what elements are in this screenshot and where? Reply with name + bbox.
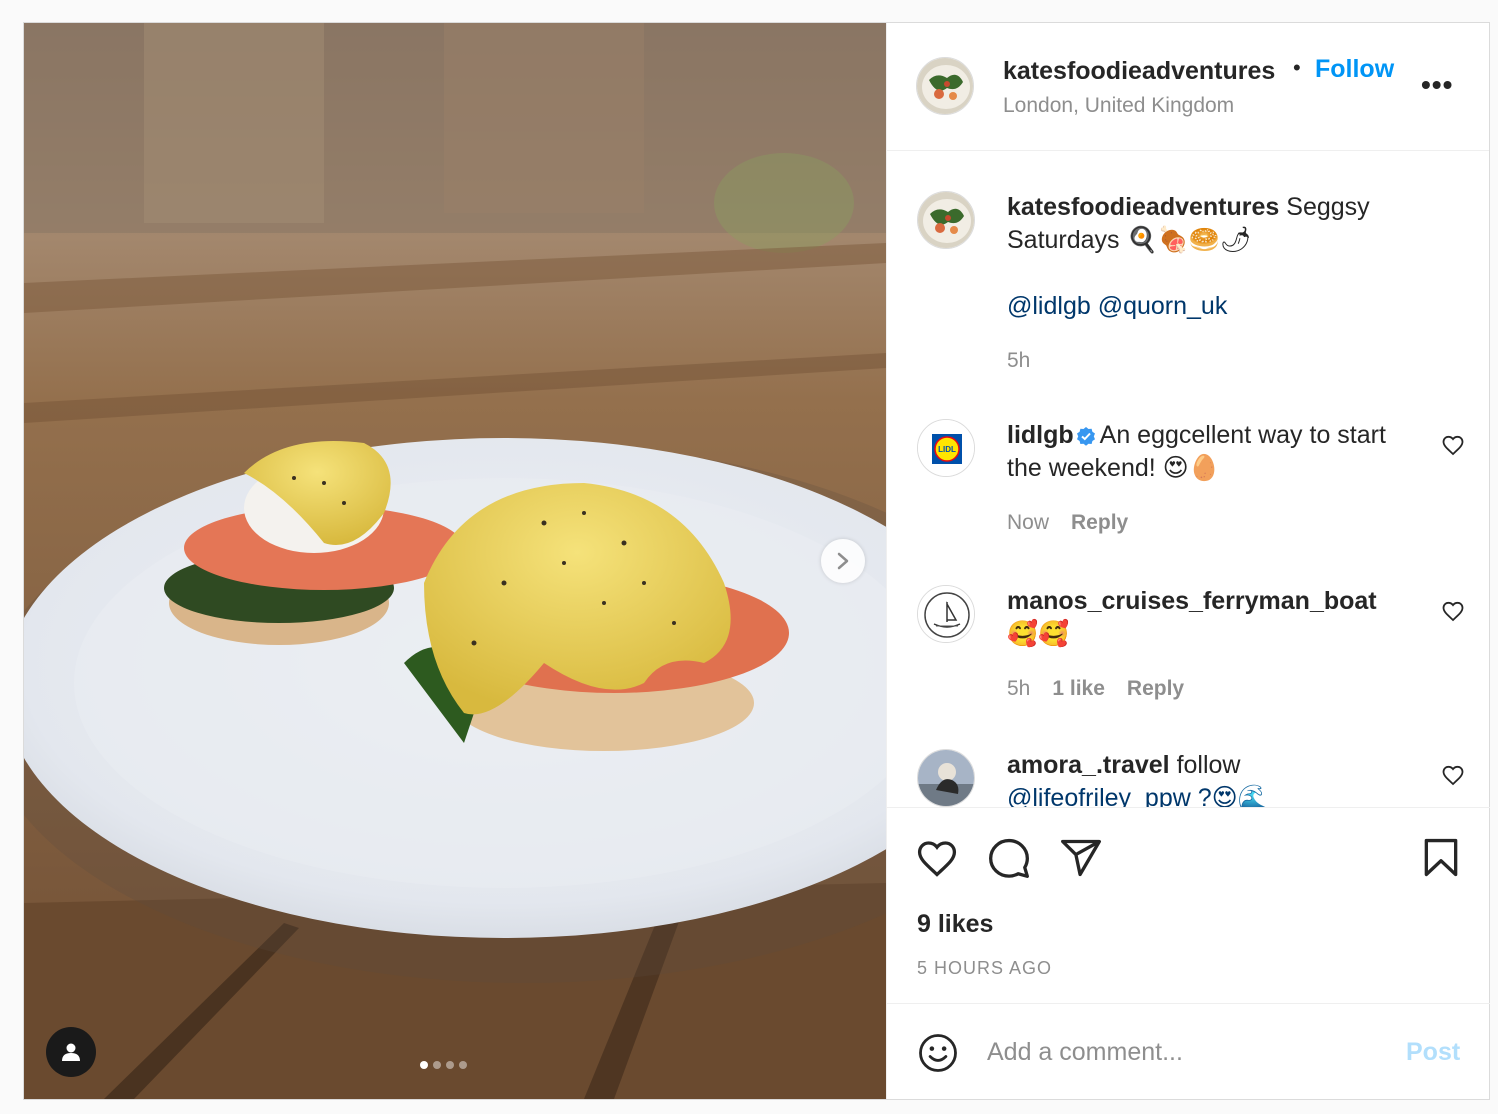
comment-text: amora_.travel follow @lifeofriley_ppw ?😍… xyxy=(1007,749,1427,807)
comment-mention[interactable]: @lifeofriley_ppw ?😍🌊 xyxy=(1007,784,1269,807)
send-icon[interactable] xyxy=(1059,836,1103,880)
follow-button[interactable]: Follow xyxy=(1315,55,1394,84)
commenter-avatar[interactable] xyxy=(917,749,975,807)
commenter-avatar[interactable]: LIDL xyxy=(917,419,975,477)
reply-button[interactable]: Reply xyxy=(1127,677,1184,701)
verified-badge-icon xyxy=(1076,427,1095,446)
lidl-logo: LIDL xyxy=(918,420,974,476)
post-side-panel: katesfoodieadventures • Follow London, U… xyxy=(886,23,1490,1099)
carousel-dot xyxy=(459,1061,467,1069)
comment-body: follow xyxy=(1176,751,1241,779)
post-actions: 9 likes 5 HOURS AGO xyxy=(887,807,1490,1003)
header-separator: • xyxy=(1293,55,1301,80)
comment-like-icon[interactable] xyxy=(1441,599,1465,623)
commenter-avatar[interactable] xyxy=(917,585,975,643)
food-photo xyxy=(24,23,886,1099)
author-username[interactable]: katesfoodieadventures xyxy=(1003,57,1275,86)
carousel-indicator xyxy=(420,1061,467,1069)
manos-cruises-logo xyxy=(918,586,974,642)
comment-likes[interactable]: 1 like xyxy=(1052,677,1105,701)
reply-button[interactable]: Reply xyxy=(1071,511,1128,535)
comment-input[interactable] xyxy=(987,1030,1387,1074)
caption-meta: 5h xyxy=(1007,349,1030,373)
post-timestamp[interactable]: 5 HOURS AGO xyxy=(917,958,1052,979)
tagged-users-button[interactable] xyxy=(46,1027,96,1077)
next-slide-button[interactable] xyxy=(821,539,865,583)
comment-meta: Now Reply xyxy=(1007,511,1128,535)
comments-list[interactable]: katesfoodieadventures Seggsy Saturdays 🍳… xyxy=(887,151,1489,807)
comment-like-icon[interactable] xyxy=(1441,433,1465,457)
chevron-right-icon xyxy=(837,552,849,570)
likes-count[interactable]: 9 likes xyxy=(917,910,993,939)
comment-time[interactable]: Now xyxy=(1007,511,1049,535)
caption-username[interactable]: katesfoodieadventures xyxy=(1007,193,1279,221)
comment-composer: Post xyxy=(887,1003,1490,1099)
post-header: katesfoodieadventures • Follow London, U… xyxy=(887,23,1489,151)
comment-text: lidlgb An eggcellent way to start the wee… xyxy=(1007,419,1427,485)
comment-like-icon[interactable] xyxy=(1441,763,1465,787)
author-avatar[interactable] xyxy=(917,191,975,249)
post-photo[interactable] xyxy=(24,23,886,1099)
comment-username[interactable]: manos_cruises_ferryman_boat xyxy=(1007,587,1377,615)
avatar-image xyxy=(917,58,973,114)
caption-mentions[interactable]: @lidlgb @quorn_uk xyxy=(1007,292,1227,320)
comment-time[interactable]: 5h xyxy=(1007,677,1030,701)
more-options-button[interactable]: ••• xyxy=(1421,69,1453,101)
carousel-dot xyxy=(420,1061,428,1069)
avatar-image xyxy=(918,750,974,806)
post-comment-button[interactable]: Post xyxy=(1406,1038,1460,1067)
user-tag-icon xyxy=(62,1043,80,1061)
svg-text:LIDL: LIDL xyxy=(938,445,956,454)
comment-username[interactable]: amora_.travel xyxy=(1007,751,1170,779)
comment-body: 🥰🥰 xyxy=(1007,620,1070,648)
comment-username[interactable]: lidlgb xyxy=(1007,421,1074,449)
avatar-image xyxy=(918,192,974,248)
comment-icon[interactable] xyxy=(987,836,1031,880)
carousel-dot xyxy=(446,1061,454,1069)
heart-icon[interactable] xyxy=(915,836,959,880)
carousel-dot xyxy=(433,1061,441,1069)
comment-meta: 5h 1 like Reply xyxy=(1007,677,1184,701)
emoji-icon[interactable] xyxy=(917,1032,959,1074)
post-dialog: katesfoodieadventures • Follow London, U… xyxy=(23,22,1490,1100)
post-location[interactable]: London, United Kingdom xyxy=(1003,94,1234,118)
comment-text: manos_cruises_ferryman_boat 🥰🥰 xyxy=(1007,585,1427,651)
author-avatar[interactable] xyxy=(916,57,974,115)
bookmark-icon[interactable] xyxy=(1419,836,1463,880)
caption-time[interactable]: 5h xyxy=(1007,349,1030,373)
caption-text: katesfoodieadventures Seggsy Saturdays 🍳… xyxy=(1007,191,1427,323)
